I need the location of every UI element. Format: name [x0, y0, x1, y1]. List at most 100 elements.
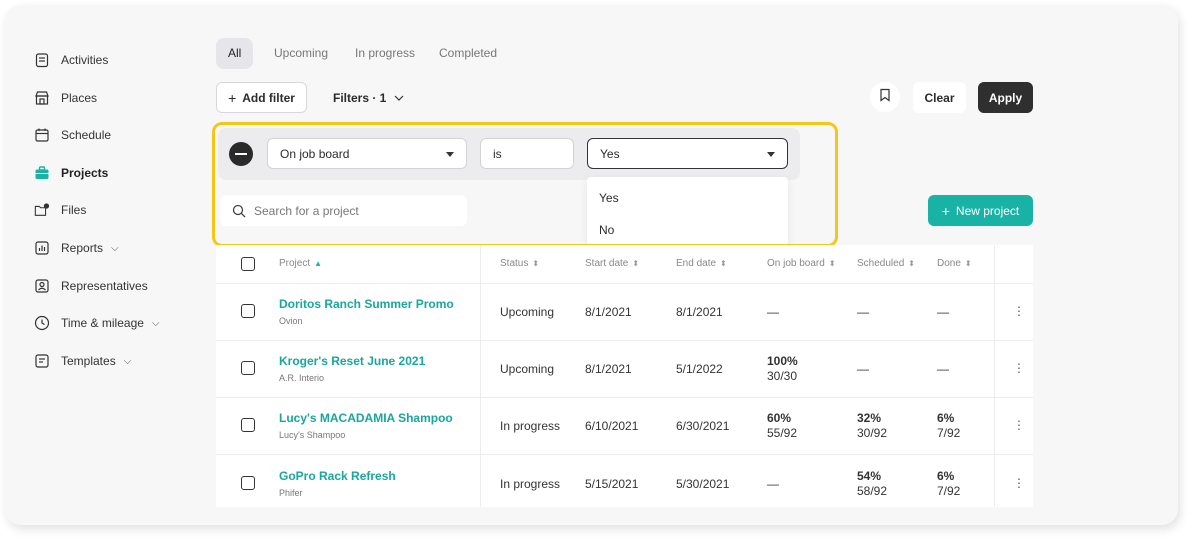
row-menu-icon[interactable]: ⋮ — [1013, 304, 1025, 318]
start-date-cell: 6/10/2021 — [585, 419, 639, 433]
header-label: End date — [676, 258, 717, 269]
folder-icon — [34, 202, 50, 218]
sort-icon: ⬍ — [720, 259, 727, 268]
chevron-down-icon[interactable]: ⌵ — [152, 318, 160, 329]
store-icon — [34, 90, 50, 106]
done-cell: 6% 7/92 — [937, 469, 960, 499]
status-cell: In progress — [500, 477, 561, 491]
column-header-start-date[interactable]: Start date ⬍ — [585, 245, 639, 283]
header-label: Start date — [585, 258, 629, 269]
scheduled-frac: 58/92 — [857, 484, 888, 498]
column-header-end-date[interactable]: End date ⬍ — [676, 245, 727, 283]
select-all-checkbox[interactable] — [241, 257, 255, 271]
done-cell: 6% 7/92 — [937, 411, 960, 441]
start-date-cell: 5/15/2021 — [585, 477, 639, 491]
sidebar-item-activities[interactable]: Activities — [34, 50, 108, 70]
job-board-pct: 60% — [767, 411, 792, 425]
project-client: Lucy's Shampoo — [279, 430, 346, 440]
row-checkbox[interactable] — [241, 418, 255, 432]
job-board-frac: 30/30 — [767, 369, 798, 383]
column-divider — [994, 245, 995, 507]
sort-icon: ▲︎ — [314, 259, 323, 268]
apply-button[interactable]: Apply — [978, 82, 1033, 113]
sidebar-item-projects[interactable]: Projects — [34, 163, 108, 183]
done-frac: 7/92 — [937, 426, 961, 440]
end-date-cell: 8/1/2021 — [676, 305, 723, 319]
row-menu-icon[interactable]: ⋮ — [1013, 418, 1025, 432]
column-header-scheduled[interactable]: Scheduled ⬍ — [857, 245, 915, 283]
tab-all[interactable]: All — [216, 38, 254, 69]
scheduled-cell: 32% 30/92 — [857, 411, 887, 441]
status-cell: Upcoming — [500, 305, 555, 319]
scheduled-cell: — — [857, 362, 869, 376]
sidebar-item-label: Representatives — [61, 279, 148, 293]
sidebar-item-label: Activities — [61, 53, 109, 67]
row-divider — [216, 454, 1033, 455]
header-label: On job board — [767, 258, 825, 269]
sort-icon: ⬍ — [632, 259, 640, 268]
plus-icon: + — [228, 89, 237, 106]
start-date-cell: 8/1/2021 — [585, 362, 632, 376]
done-pct: 6% — [937, 411, 955, 425]
chart-icon — [34, 240, 50, 256]
column-divider — [480, 245, 481, 507]
tab-upcoming[interactable]: Upcoming — [274, 38, 328, 69]
header-label: Project — [279, 258, 311, 269]
chevron-down-icon[interactable]: ⌵ — [124, 356, 132, 367]
sidebar-item-representatives[interactable]: Representatives — [34, 276, 148, 296]
scheduled-pct: 32% — [857, 411, 882, 425]
row-divider — [216, 340, 1033, 341]
row-menu-icon[interactable]: ⋮ — [1013, 476, 1025, 490]
sidebar-item-places[interactable]: Places — [34, 88, 97, 108]
calendar-icon — [34, 127, 50, 143]
done-cell: — — [937, 305, 949, 319]
column-header-status[interactable]: Status ⬍ — [500, 245, 539, 283]
new-project-button[interactable]: + New project — [928, 195, 1033, 226]
row-divider — [216, 397, 1033, 398]
status-cell: Upcoming — [500, 362, 555, 376]
row-checkbox[interactable] — [241, 361, 255, 375]
chevron-down-icon[interactable]: ⌵ — [111, 243, 119, 254]
clear-button[interactable]: Clear — [913, 82, 966, 113]
highlight-frame — [212, 122, 838, 247]
tab-completed[interactable]: Completed — [439, 38, 497, 69]
tab-in-progress[interactable]: In progress — [355, 38, 415, 69]
new-project-label: New project — [955, 203, 1020, 218]
sidebar-item-label: Files — [61, 203, 87, 217]
sidebar-item-time-mileage[interactable]: Time & mileage ⌵ — [34, 313, 160, 333]
column-header-project[interactable]: Project ▲︎ — [279, 245, 322, 283]
row-checkbox[interactable] — [241, 304, 255, 318]
sidebar-item-files[interactable]: Files — [34, 200, 86, 220]
row-checkbox[interactable] — [241, 476, 255, 490]
header-label: Done — [937, 258, 961, 269]
project-client: Ovion — [279, 316, 303, 326]
add-filter-button[interactable]: + Add filter — [216, 82, 307, 113]
column-header-on-job-board[interactable]: On job board ⬍ — [767, 245, 836, 283]
scheduled-cell: 54% 58/92 — [857, 469, 887, 499]
row-menu-icon[interactable]: ⋮ — [1013, 361, 1025, 375]
row-divider — [216, 283, 1033, 284]
done-cell: — — [937, 362, 949, 376]
sidebar-item-schedule[interactable]: Schedule — [34, 125, 111, 145]
column-header-done[interactable]: Done ⬍ — [937, 245, 972, 283]
project-name-link[interactable]: GoPro Rack Refresh — [279, 469, 396, 483]
clipboard-icon — [34, 52, 50, 68]
bookmark-button[interactable] — [870, 82, 900, 112]
job-board-pct: 100% — [767, 354, 798, 368]
filters-dropdown[interactable]: Filters · 1 — [333, 82, 404, 113]
end-date-cell: 5/30/2021 — [676, 477, 730, 491]
sort-icon: ⬍ — [964, 259, 972, 268]
template-icon — [34, 353, 50, 369]
project-name-link[interactable]: Doritos Ranch Summer Promo — [279, 297, 454, 311]
project-name-link[interactable]: Kroger's Reset June 2021 — [279, 354, 425, 368]
sidebar-item-label: Projects — [61, 166, 109, 180]
sidebar-item-label: Schedule — [61, 128, 112, 142]
job-board-frac: 55/92 — [767, 426, 798, 440]
scheduled-cell: — — [857, 305, 869, 319]
project-name-link[interactable]: Lucy's MACADAMIA Shampoo — [279, 411, 453, 425]
end-date-cell: 6/30/2021 — [676, 419, 730, 433]
project-client: Phifer — [279, 488, 303, 498]
project-client: A.R. Interio — [279, 373, 325, 383]
sidebar-item-templates[interactable]: Templates ⌵ — [34, 351, 131, 371]
sidebar-item-reports[interactable]: Reports ⌵ — [34, 238, 119, 258]
